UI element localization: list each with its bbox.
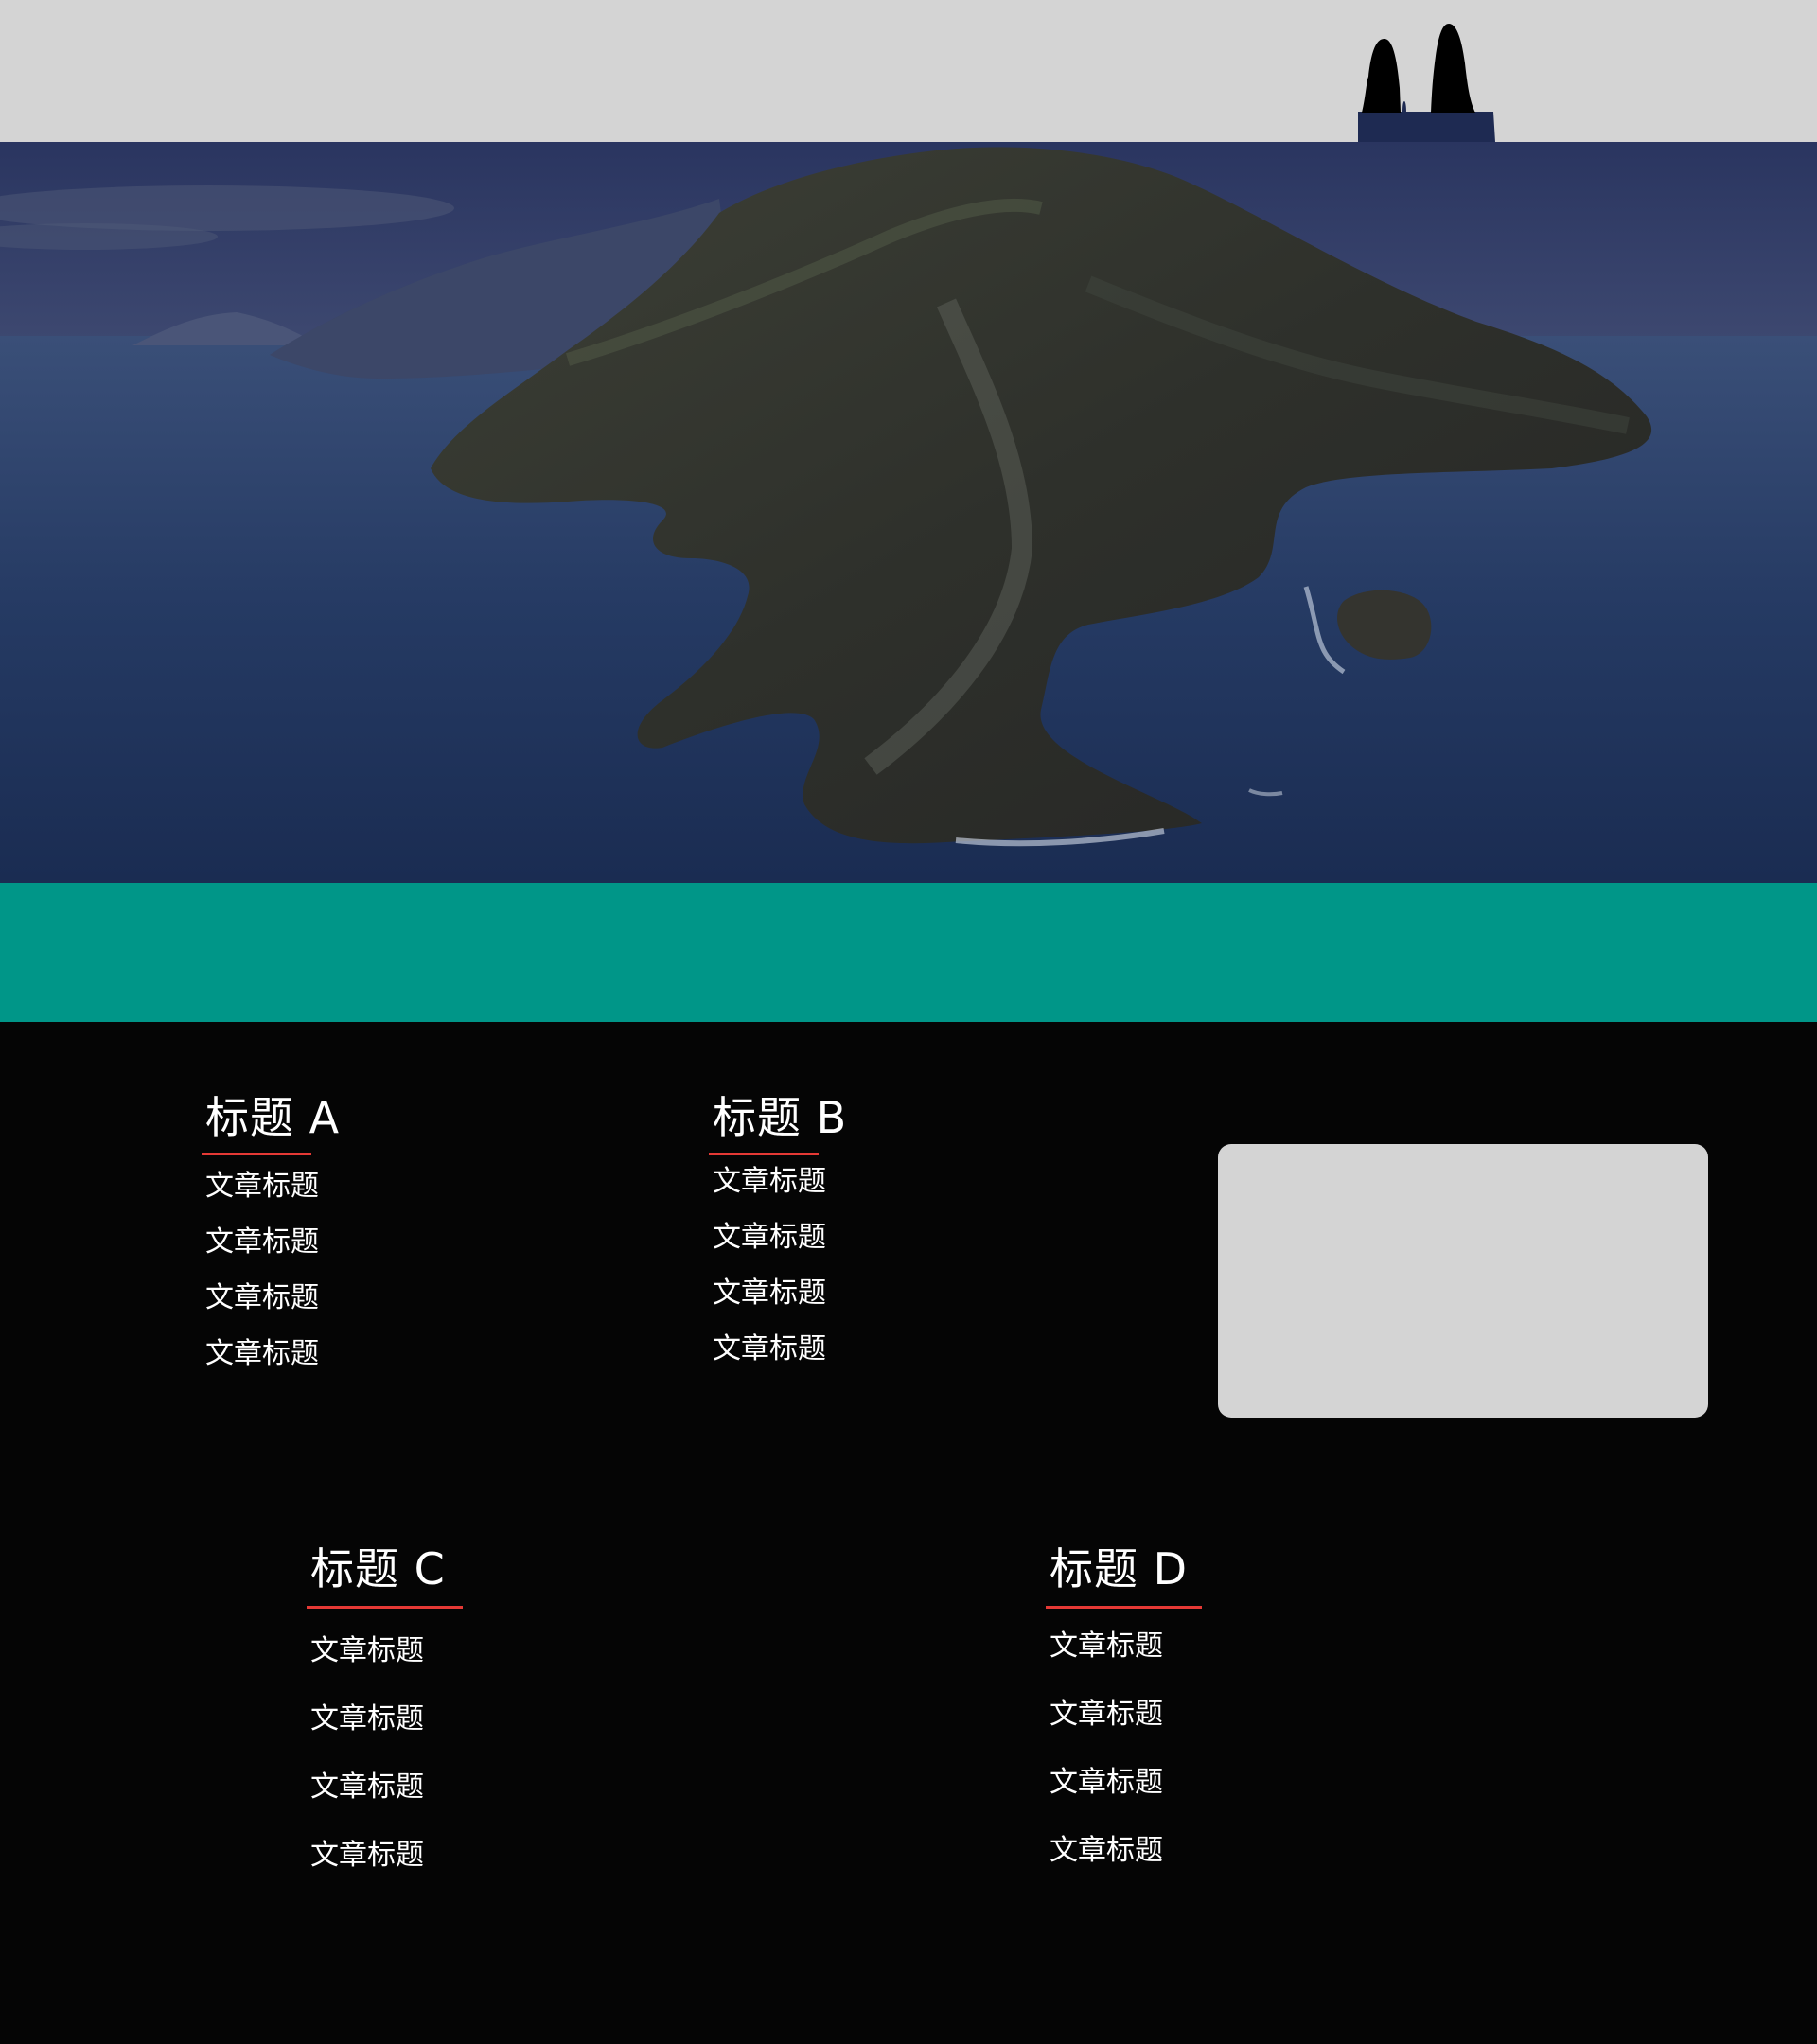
footer-column-c: 标题 C 文章标题 文章标题 文章标题 文章标题 [307, 1547, 463, 1910]
title-underline [709, 1153, 819, 1155]
footer-column-b: 标题 B 文章标题 文章标题 文章标题 文章标题 [709, 1096, 847, 1391]
article-link[interactable]: 文章标题 [713, 1279, 847, 1308]
twin-peaks-logo-icon[interactable] [1353, 14, 1524, 142]
column-title: 标题 D [1050, 1543, 1189, 1595]
title-underline [202, 1153, 311, 1155]
header-bar [0, 0, 1817, 142]
article-link[interactable]: 文章标题 [205, 1284, 340, 1313]
article-list: 文章标题 文章标题 文章标题 文章标题 [1046, 1632, 1202, 1865]
placeholder-card [1218, 1144, 1708, 1418]
hero-image [0, 142, 1817, 883]
article-link[interactable]: 文章标题 [1050, 1769, 1202, 1797]
article-link[interactable]: 文章标题 [310, 1841, 463, 1870]
page: 标题 A 文章标题 文章标题 文章标题 文章标题 标题 B 文章标题 文章标题 … [0, 0, 1817, 2044]
title-underline [1046, 1606, 1202, 1609]
article-link[interactable]: 文章标题 [205, 1340, 340, 1368]
column-title: 标题 B [713, 1092, 848, 1143]
footer-column-d: 标题 D 文章标题 文章标题 文章标题 文章标题 [1046, 1547, 1202, 1905]
article-link[interactable]: 文章标题 [1050, 1632, 1202, 1661]
article-link[interactable]: 文章标题 [1050, 1837, 1202, 1865]
article-link[interactable]: 文章标题 [713, 1168, 847, 1196]
article-link[interactable]: 文章标题 [310, 1773, 463, 1802]
accent-band [0, 883, 1817, 1022]
title-underline [307, 1606, 463, 1609]
article-link[interactable]: 文章标题 [310, 1705, 463, 1734]
article-link[interactable]: 文章标题 [310, 1637, 463, 1665]
article-link[interactable]: 文章标题 [205, 1228, 340, 1257]
article-link[interactable]: 文章标题 [713, 1335, 847, 1364]
article-link[interactable]: 文章标题 [1050, 1700, 1202, 1729]
footer-column-a: 标题 A 文章标题 文章标题 文章标题 文章标题 [202, 1096, 340, 1396]
footer: 标题 A 文章标题 文章标题 文章标题 文章标题 标题 B 文章标题 文章标题 … [0, 1022, 1817, 2044]
article-list: 文章标题 文章标题 文章标题 文章标题 [202, 1172, 340, 1368]
article-link[interactable]: 文章标题 [205, 1172, 340, 1201]
article-link[interactable]: 文章标题 [713, 1224, 847, 1252]
article-list: 文章标题 文章标题 文章标题 文章标题 [307, 1637, 463, 1870]
column-title: 标题 C [310, 1543, 446, 1595]
article-list: 文章标题 文章标题 文章标题 文章标题 [709, 1168, 847, 1364]
island-photo-illustration [0, 142, 1817, 883]
column-title: 标题 A [205, 1092, 341, 1143]
